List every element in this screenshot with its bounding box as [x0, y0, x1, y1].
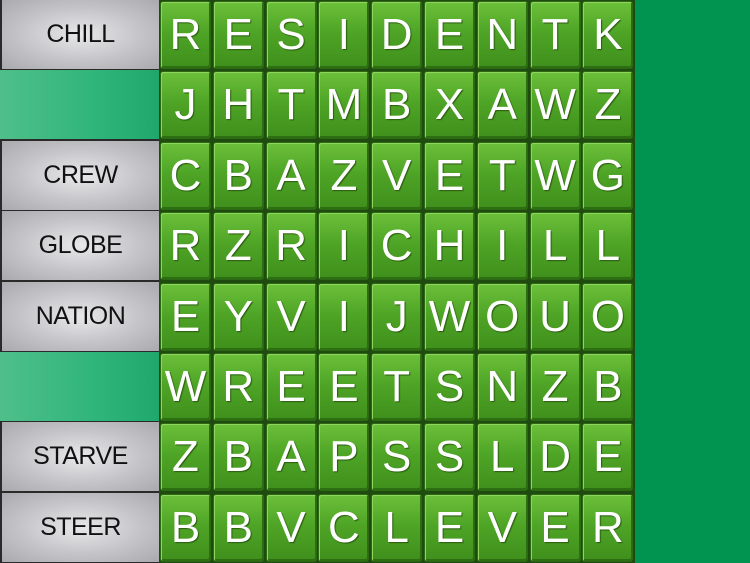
letter-tile[interactable]: L — [582, 212, 634, 281]
letter-tile[interactable]: E — [529, 493, 581, 562]
letter-tile[interactable]: S — [424, 423, 475, 492]
letter-grid: RESIDENTKJHTMBXAWZCBAZVETWGRZRICHILLEYVI… — [159, 0, 635, 563]
letter-tile[interactable]: S — [424, 353, 475, 421]
letter-tile[interactable]: A — [265, 141, 317, 210]
letter-tile[interactable]: S — [371, 423, 423, 492]
letter-tile[interactable]: E — [160, 282, 211, 351]
letter-tile[interactable]: A — [265, 423, 317, 492]
letter-tile[interactable]: W — [424, 282, 475, 351]
letter-tile[interactable]: C — [318, 493, 370, 562]
letter-tile[interactable]: P — [318, 423, 370, 492]
letter-tile[interactable]: B — [212, 423, 264, 492]
letter-tile[interactable]: R — [160, 212, 211, 281]
letter-tile[interactable]: N — [476, 1, 528, 69]
letter-tile[interactable]: V — [265, 493, 317, 562]
letter-tile[interactable]: Z — [529, 353, 581, 421]
word-list-item: GLOBE — [2, 211, 159, 281]
letter-tile[interactable]: E — [424, 493, 475, 562]
letter-tile[interactable]: B — [582, 353, 634, 421]
letter-tile[interactable]: U — [529, 282, 581, 351]
letter-tile[interactable]: O — [476, 282, 528, 351]
letter-tile[interactable]: V — [476, 493, 528, 562]
letter-tile[interactable]: Z — [582, 71, 634, 140]
letter-tile[interactable]: B — [160, 493, 211, 562]
word-list-item: CHILL — [2, 0, 159, 69]
letter-tile[interactable]: W — [529, 71, 581, 140]
letter-tile[interactable]: G — [582, 141, 634, 210]
word-list-item: CREW — [2, 140, 159, 210]
word-list-item-found — [0, 70, 159, 140]
letter-tile[interactable]: T — [265, 71, 317, 140]
letter-tile[interactable]: X — [424, 71, 475, 140]
letter-tile[interactable]: A — [476, 71, 528, 140]
letter-tile[interactable]: W — [529, 141, 581, 210]
letter-tile[interactable]: T — [371, 353, 423, 421]
letter-tile[interactable]: R — [582, 493, 634, 562]
letter-tile[interactable]: J — [371, 282, 423, 351]
letter-tile[interactable]: B — [212, 141, 264, 210]
letter-tile[interactable]: E — [424, 1, 475, 69]
letter-tile[interactable]: T — [529, 1, 581, 69]
word-list-item-found — [0, 352, 159, 421]
letter-tile[interactable]: E — [424, 141, 475, 210]
letter-tile[interactable]: L — [476, 423, 528, 492]
letter-tile[interactable]: J — [160, 71, 211, 140]
letter-tile[interactable]: D — [371, 1, 423, 69]
letter-tile[interactable]: M — [318, 71, 370, 140]
letter-tile[interactable]: E — [265, 353, 317, 421]
letter-tile[interactable]: D — [529, 423, 581, 492]
letter-tile[interactable]: W — [160, 353, 211, 421]
word-list-item: STARVE — [2, 422, 159, 492]
letter-tile[interactable]: R — [265, 212, 317, 281]
word-list: CHILL CREW GLOBE NATION STARVE STEER — [0, 0, 159, 563]
letter-tile[interactable]: K — [582, 1, 634, 69]
letter-tile[interactable]: Z — [212, 212, 264, 281]
letter-tile[interactable]: S — [265, 1, 317, 69]
letter-tile[interactable]: L — [529, 212, 581, 281]
letter-tile[interactable]: H — [212, 71, 264, 140]
letter-tile[interactable]: Z — [318, 141, 370, 210]
letter-tile[interactable]: R — [212, 353, 264, 421]
letter-tile[interactable]: I — [318, 282, 370, 351]
letter-tile[interactable]: E — [212, 1, 264, 69]
letter-tile[interactable]: B — [371, 71, 423, 140]
letter-tile[interactable]: O — [582, 282, 634, 351]
letter-tile[interactable]: C — [371, 212, 423, 281]
letter-tile[interactable]: I — [318, 212, 370, 281]
letter-tile[interactable]: N — [476, 353, 528, 421]
word-list-item: STEER — [2, 492, 159, 562]
letter-tile[interactable]: V — [265, 282, 317, 351]
letter-tile[interactable]: Z — [160, 423, 211, 492]
letter-tile[interactable]: L — [371, 493, 423, 562]
letter-tile[interactable]: B — [212, 493, 264, 562]
letter-tile[interactable]: R — [160, 1, 211, 69]
letter-tile[interactable]: Y — [212, 282, 264, 351]
letter-tile[interactable]: E — [582, 423, 634, 492]
letter-tile[interactable]: T — [476, 141, 528, 210]
letter-tile[interactable]: I — [476, 212, 528, 281]
letter-tile[interactable]: H — [424, 212, 475, 281]
letter-tile[interactable]: E — [318, 353, 370, 421]
letter-tile[interactable]: C — [160, 141, 211, 210]
letter-tile[interactable]: V — [371, 141, 423, 210]
word-list-item: NATION — [2, 281, 159, 351]
letter-tile[interactable]: I — [318, 1, 370, 69]
